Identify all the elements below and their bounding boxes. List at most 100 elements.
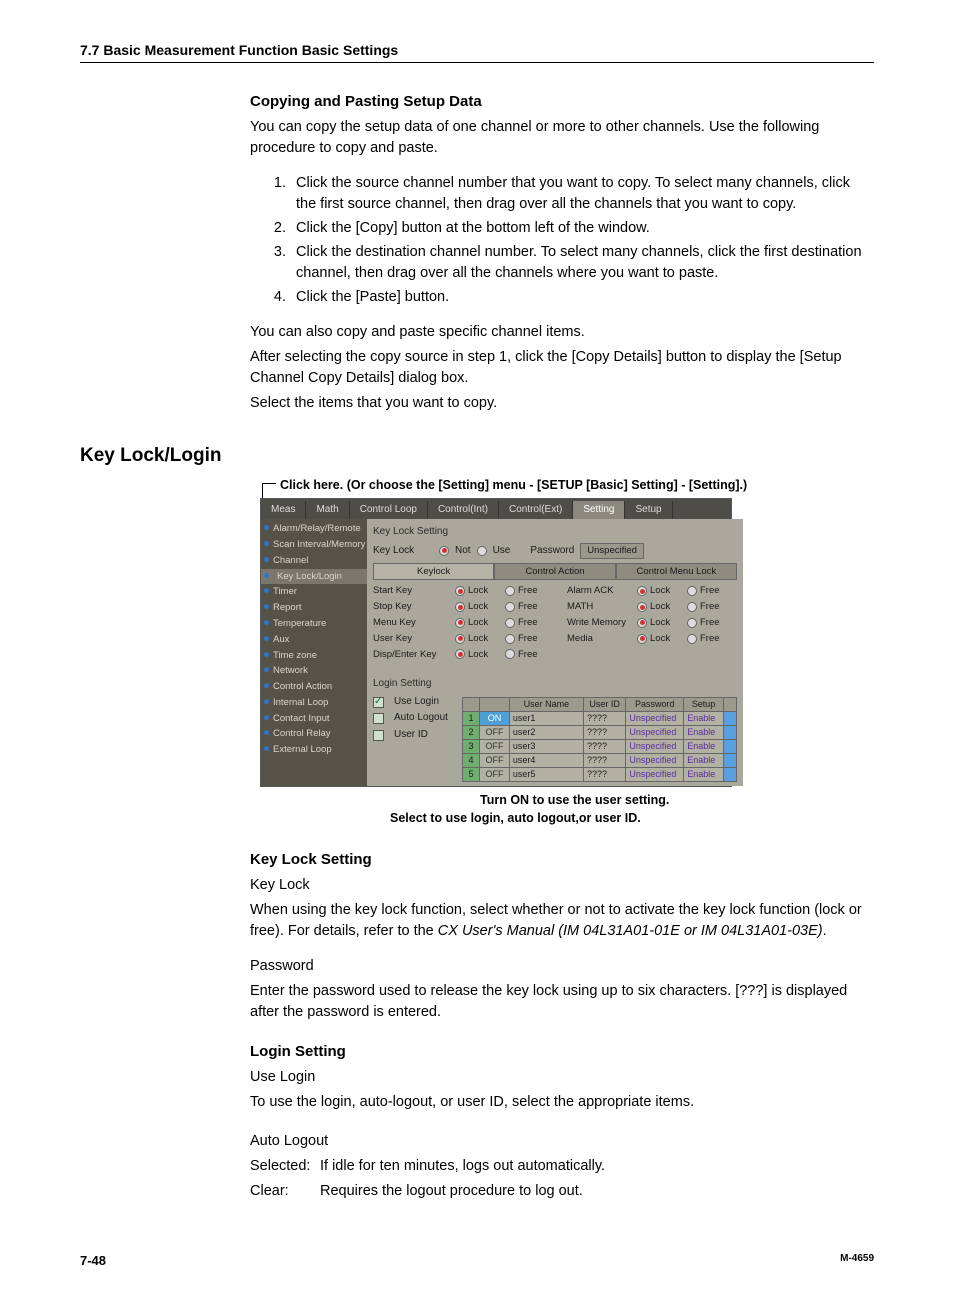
sidebar-item[interactable]: Alarm/Relay/Remote — [261, 521, 367, 537]
sidebar-item[interactable]: Contact Input — [261, 711, 367, 727]
kl-label: Media — [567, 632, 637, 646]
cell: user4 — [509, 753, 583, 767]
user-id-label: User ID — [394, 728, 428, 743]
table-row[interactable]: 1ONuser1????UnspecifiedEnable — [462, 711, 736, 725]
page-number: 7-48 — [80, 1252, 106, 1271]
tab-control-loop[interactable]: Control Loop — [350, 501, 428, 520]
tab-math[interactable]: Math — [306, 501, 349, 520]
cell: user5 — [509, 768, 583, 782]
sidebar-item[interactable]: Aux — [261, 632, 367, 648]
radio-free[interactable] — [505, 586, 515, 596]
kl-label: Disp/Enter Key — [373, 648, 455, 662]
radio-lock[interactable] — [637, 586, 647, 596]
th — [723, 697, 736, 711]
free-label: Free — [518, 632, 538, 646]
radio-free[interactable] — [505, 602, 515, 612]
th — [462, 697, 479, 711]
cell[interactable] — [723, 768, 736, 782]
radio-free[interactable] — [505, 618, 515, 628]
check-auto-logout[interactable] — [373, 713, 384, 724]
subheading: Key Lock — [250, 875, 864, 896]
radio-use-label: Use — [493, 544, 511, 559]
tab-setup[interactable]: Setup — [625, 501, 672, 520]
check-user-id[interactable] — [373, 730, 384, 741]
cell: user3 — [509, 739, 583, 753]
use-login-label: Use Login — [394, 695, 439, 710]
free-label: Free — [518, 648, 538, 662]
tab-bar: Meas Math Control Loop Control(Int) Cont… — [261, 499, 731, 520]
sidebar-item[interactable]: Report — [261, 600, 367, 616]
cell: Enable — [684, 768, 724, 782]
radio-free[interactable] — [687, 618, 697, 628]
tab-setting[interactable]: Setting — [573, 501, 625, 520]
sidebar-item[interactable]: Network — [261, 663, 367, 679]
sidebar-item-keylock[interactable]: Key Lock/Login — [261, 569, 367, 585]
subheading: Password — [250, 956, 864, 977]
check-use-login[interactable] — [373, 697, 384, 708]
cell: 5 — [462, 768, 479, 782]
radio-lock[interactable] — [455, 634, 465, 644]
keylock-setting-title: Key Lock Setting — [250, 849, 864, 871]
body-text: Enter the password used to release the k… — [250, 981, 864, 1023]
radio-free[interactable] — [505, 649, 515, 659]
radio-lock[interactable] — [455, 649, 465, 659]
table-row[interactable]: 3OFFuser3????UnspecifiedEnable — [462, 739, 736, 753]
radio-use[interactable] — [477, 546, 487, 556]
tab-control-ext[interactable]: Control(Ext) — [499, 501, 573, 520]
cell[interactable] — [723, 725, 736, 739]
cell[interactable] — [723, 711, 736, 725]
radio-free[interactable] — [687, 586, 697, 596]
onoff-toggle[interactable]: ON — [480, 711, 510, 725]
cell: ???? — [583, 711, 625, 725]
sidebar-item[interactable]: Control Relay — [261, 726, 367, 742]
copy-paste-intro: You can copy the setup data of one chann… — [250, 117, 864, 159]
password-button[interactable]: Unspecified — [580, 543, 644, 559]
onoff-toggle[interactable]: OFF — [480, 739, 510, 753]
radio-free[interactable] — [505, 634, 515, 644]
onoff-toggle[interactable]: OFF — [480, 725, 510, 739]
th-password: Password — [626, 697, 684, 711]
cell: ???? — [583, 753, 625, 767]
tab-control-int[interactable]: Control(Int) — [428, 501, 499, 520]
kl-label: MATH — [567, 600, 637, 614]
free-label: Free — [700, 632, 720, 646]
radio-free[interactable] — [687, 602, 697, 612]
sidebar-item[interactable]: Scan Interval/Memory — [261, 537, 367, 553]
sidebar-item[interactable]: Timer — [261, 584, 367, 600]
radio-not[interactable] — [439, 546, 449, 556]
sidebar-item[interactable]: External Loop — [261, 742, 367, 758]
cell[interactable] — [723, 753, 736, 767]
free-label: Free — [700, 616, 720, 630]
manual-ref: CX User's Manual (IM 04L31A01-01E or IM … — [438, 923, 823, 939]
onoff-toggle[interactable]: OFF — [480, 753, 510, 767]
lock-label: Lock — [468, 632, 488, 646]
cell[interactable] — [723, 739, 736, 753]
subtab-control-action[interactable]: Control Action — [494, 563, 615, 581]
table-row[interactable]: 5OFFuser5????UnspecifiedEnable — [462, 768, 736, 782]
subtab-keylock[interactable]: Keylock — [373, 563, 494, 581]
radio-lock[interactable] — [637, 602, 647, 612]
annotation-top: Click here. (Or choose the [Setting] men… — [280, 476, 874, 494]
list-item: Click the [Copy] button at the bottom le… — [290, 218, 864, 239]
sidebar-item[interactable]: Temperature — [261, 616, 367, 632]
onoff-toggle[interactable]: OFF — [480, 768, 510, 782]
radio-lock[interactable] — [637, 634, 647, 644]
free-label: Free — [518, 600, 538, 614]
radio-free[interactable] — [687, 634, 697, 644]
tab-meas[interactable]: Meas — [261, 501, 306, 520]
radio-lock[interactable] — [455, 602, 465, 612]
subtab-control-menu-lock[interactable]: Control Menu Lock — [616, 563, 737, 581]
login-setting-title: Login Setting — [250, 1041, 864, 1063]
sidebar-item[interactable]: Control Action — [261, 679, 367, 695]
sidebar-item[interactable]: Internal Loop — [261, 695, 367, 711]
table-row[interactable]: 2OFFuser2????UnspecifiedEnable — [462, 725, 736, 739]
cell: ???? — [583, 768, 625, 782]
body-text: Clear:Requires the logout procedure to l… — [250, 1181, 864, 1202]
sidebar-item[interactable]: Channel — [261, 553, 367, 569]
lock-label: Lock — [650, 632, 670, 646]
radio-lock[interactable] — [455, 618, 465, 628]
radio-lock[interactable] — [637, 618, 647, 628]
radio-lock[interactable] — [455, 586, 465, 596]
table-row[interactable]: 4OFFuser4????UnspecifiedEnable — [462, 753, 736, 767]
sidebar-item[interactable]: Time zone — [261, 648, 367, 664]
